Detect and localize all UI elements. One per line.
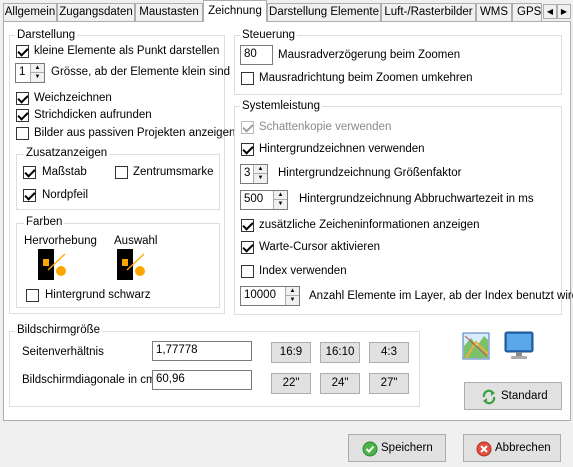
steuerung-title: Steuerung xyxy=(240,29,298,41)
auswahl-label: Auswahl xyxy=(114,235,158,247)
kleine-elemente-label: kleine Elemente als Punkt darstellen xyxy=(34,45,220,57)
tab-allgemein[interactable]: Allgemein xyxy=(3,3,57,21)
bildschirm-title: Bildschirmgröße xyxy=(15,324,103,336)
bilder-passiv-label: Bilder aus passiven Projekten anzeigen xyxy=(34,127,236,139)
tab-gps[interactable]: GPS xyxy=(512,3,542,21)
abbrechen-button[interactable]: Abbrechen xyxy=(463,434,561,462)
standard-label: Standard xyxy=(501,390,548,402)
weichzeichnen-label: Weichzeichnen xyxy=(34,92,112,104)
groesse-label: Grösse, ab der Elemente klein sind xyxy=(51,66,230,78)
groesse-stepper[interactable]: 1 ▲ ▼ xyxy=(15,63,45,83)
chevron-right-icon: ▶ xyxy=(560,7,568,16)
chevron-down-icon[interactable]: ▼ xyxy=(30,73,44,82)
close-icon xyxy=(476,441,492,457)
anzahl-label: Anzahl Elemente im Layer, ab der Index b… xyxy=(309,290,573,302)
chevron-down-icon[interactable]: ▼ xyxy=(273,200,287,209)
anzahl-value: 10000 xyxy=(244,289,276,301)
refresh-icon xyxy=(482,389,496,405)
tab-bar: Allgemein Zugangsdaten Maustasten Zeichn… xyxy=(0,0,573,22)
chevron-up-icon[interactable]: ▲ xyxy=(253,165,267,174)
anzahl-stepper[interactable]: 10000 ▲ ▼ xyxy=(240,286,300,306)
tab-darstellung-elemente[interactable]: Darstellung Elemente xyxy=(267,3,381,21)
size-22-button[interactable]: 22" xyxy=(271,373,311,394)
abbruch-label: Hintergrundzeichnung Abbruchwartezeit in… xyxy=(299,193,534,205)
zusatzanzeigen-title: Zusatzanzeigen xyxy=(24,147,110,159)
index-checkbox[interactable] xyxy=(241,265,254,278)
speichern-button[interactable]: Speichern xyxy=(348,434,446,462)
size-27-button[interactable]: 27" xyxy=(369,373,409,394)
hintergrundzeichnen-checkbox[interactable] xyxy=(241,143,254,156)
warte-cursor-label: Warte-Cursor aktivieren xyxy=(259,241,380,253)
systemleistung-group xyxy=(234,106,562,315)
kleine-elemente-checkbox[interactable] xyxy=(16,45,29,58)
ratio-16-9-button[interactable]: 16:9 xyxy=(271,342,311,363)
tab-zeichnung[interactable]: Zeichnung xyxy=(203,0,267,22)
schattenkopie-checkbox[interactable] xyxy=(241,121,254,134)
seitenverhaeltnis-label: Seitenverhältnis xyxy=(22,346,104,358)
faktor-stepper[interactable]: 3 ▲ ▼ xyxy=(240,164,268,184)
map-icon[interactable] xyxy=(462,332,490,360)
ratio-4-3-button[interactable]: 4:3 xyxy=(369,342,409,363)
tab-maustasten[interactable]: Maustasten xyxy=(135,3,203,21)
schattenkopie-label: Schattenkopie verwenden xyxy=(259,121,392,133)
diagonale-field[interactable]: 60,96 xyxy=(152,370,252,390)
tab-zugangsdaten[interactable]: Zugangsdaten xyxy=(57,3,135,21)
zentrumsmarke-checkbox[interactable] xyxy=(115,166,128,179)
massstab-checkbox[interactable] xyxy=(23,166,36,179)
chevron-up-icon[interactable]: ▲ xyxy=(285,287,299,296)
groesse-value: 1 xyxy=(19,66,26,78)
monitor-icon[interactable] xyxy=(503,330,535,360)
steuerung-group xyxy=(234,35,562,95)
hintergrundzeichnen-label: Hintergrundzeichnen verwenden xyxy=(259,143,425,155)
nordpfeil-checkbox[interactable] xyxy=(23,189,36,202)
tab-wms[interactable]: WMS xyxy=(476,3,512,21)
massstab-label: Maßstab xyxy=(42,166,87,178)
tab-scroll-left-button[interactable]: ◀ xyxy=(543,4,557,19)
mausrad-input[interactable]: 80 xyxy=(240,45,273,65)
hintergrund-schwarz-checkbox[interactable] xyxy=(26,289,39,302)
zusaetzliche-label: zusätzliche Zeicheninformationen anzeige… xyxy=(259,219,480,231)
index-label: Index verwenden xyxy=(259,265,347,277)
size-24-button[interactable]: 24" xyxy=(320,373,360,394)
zentrumsmarke-label: Zentrumsmarke xyxy=(133,166,214,178)
tab-luft-rasterbilder[interactable]: Luft-/Rasterbilder xyxy=(381,3,476,21)
mausrad-value: 80 xyxy=(244,48,257,60)
chevron-down-icon[interactable]: ▼ xyxy=(253,174,267,183)
diagonale-label: Bildschirmdiagonale in cm xyxy=(22,374,156,386)
tab-scroll-right-button[interactable]: ▶ xyxy=(557,4,571,19)
zusatzanzeigen-group xyxy=(16,154,220,210)
chevron-down-icon[interactable]: ▼ xyxy=(285,296,299,305)
chevron-up-icon[interactable]: ▲ xyxy=(273,191,287,200)
seitenverhaeltnis-field[interactable]: 1,77778 xyxy=(152,341,252,361)
chevron-left-icon: ◀ xyxy=(546,7,554,16)
speichern-label: Speichern xyxy=(381,442,433,454)
darstellung-title: Darstellung xyxy=(15,29,78,41)
abbruch-stepper[interactable]: 500 ▲ ▼ xyxy=(240,190,288,210)
farben-title: Farben xyxy=(24,216,65,228)
strichdicken-checkbox[interactable] xyxy=(16,109,29,122)
mausrichtung-label: Mausradrichtung beim Zoomen umkehren xyxy=(259,72,473,84)
zusaetzliche-checkbox[interactable] xyxy=(241,219,254,232)
systemleistung-title: Systemleistung xyxy=(240,100,322,112)
standard-button[interactable]: Standard xyxy=(464,382,562,410)
warte-cursor-checkbox[interactable] xyxy=(241,241,254,254)
abbruch-value: 500 xyxy=(244,193,264,205)
faktor-label: Hintergrundzeichnung Größenfaktor xyxy=(278,167,462,179)
mausrad-label: Mausradverzögerung beim Zoomen xyxy=(278,49,461,61)
checkmark-icon xyxy=(362,441,378,457)
chevron-up-icon[interactable]: ▲ xyxy=(30,64,44,73)
nordpfeil-label: Nordpfeil xyxy=(42,189,89,201)
hervorhebung-color-swatch[interactable] xyxy=(38,249,68,281)
hervorhebung-label: Hervorhebung xyxy=(24,235,97,247)
strichdicken-label: Strichdicken aufrunden xyxy=(34,109,152,121)
mausrichtung-checkbox[interactable] xyxy=(241,72,254,85)
auswahl-color-swatch[interactable] xyxy=(117,249,147,281)
ratio-16-10-button[interactable]: 16:10 xyxy=(320,342,360,363)
faktor-value: 3 xyxy=(244,167,251,179)
weichzeichnen-checkbox[interactable] xyxy=(16,92,29,105)
bilder-passiv-checkbox[interactable] xyxy=(16,127,29,140)
hintergrund-schwarz-label: Hintergrund schwarz xyxy=(45,289,151,301)
abbrechen-label: Abbrechen xyxy=(495,442,551,454)
